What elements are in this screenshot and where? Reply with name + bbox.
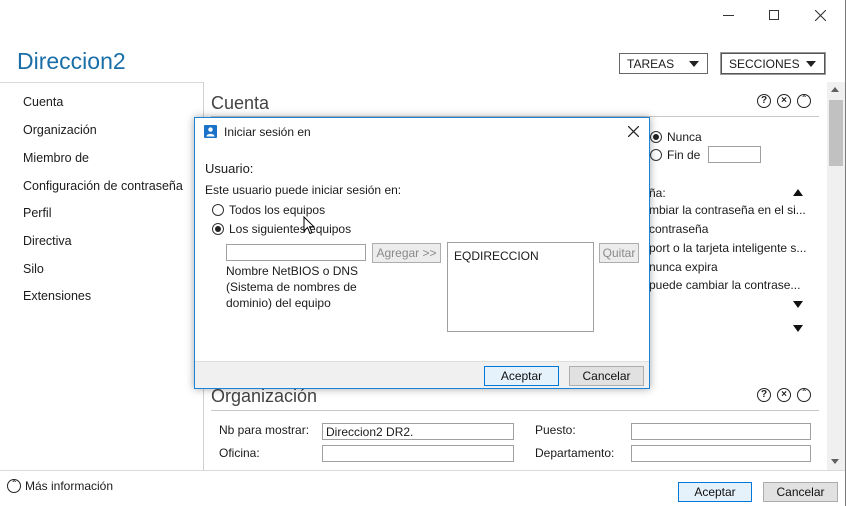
close-section-icon[interactable]: ×	[777, 388, 791, 402]
option-item[interactable]: nunca expira	[649, 260, 718, 274]
nav-item-configuracion-contrasena[interactable]: Configuración de contraseña	[23, 179, 183, 193]
dialog-footer: Aceptar Cancelar	[195, 361, 649, 388]
more-info-link[interactable]: Más información	[25, 479, 113, 493]
help-icon[interactable]: ?	[757, 94, 771, 108]
nav-item-cuenta[interactable]: Cuenta	[23, 95, 63, 109]
sections-dropdown[interactable]: SECCIONES	[721, 53, 825, 74]
expires-date-field[interactable]	[708, 146, 761, 163]
help-icon[interactable]: ?	[757, 388, 771, 402]
department-label: Departamento:	[535, 446, 615, 460]
nav-item-miembro-de[interactable]: Miembro de	[23, 151, 89, 165]
dialog-cancel-button[interactable]: Cancelar	[569, 366, 644, 386]
computer-name-input[interactable]	[226, 244, 366, 261]
sections-label: SECCIONES	[729, 57, 800, 71]
minimize-icon	[722, 14, 734, 16]
content-scrollbar[interactable]	[827, 82, 845, 470]
page-title: Direccion2	[17, 48, 126, 74]
logon-to-dialog: Iniciar sesión en Usuario: Este usuario …	[194, 117, 650, 389]
scroll-up-icon[interactable]	[793, 189, 803, 196]
office-label: Oficina:	[219, 446, 260, 460]
following-computers-radio[interactable]	[212, 223, 224, 235]
dialog-description: Este usuario puede iniciar sesión en:	[205, 183, 402, 197]
close-icon	[814, 9, 826, 21]
password-options-label: ña:	[649, 186, 666, 200]
tasks-dropdown[interactable]: TAREAS	[619, 53, 708, 74]
expires-at-radio[interactable]	[650, 149, 662, 161]
section-divider	[211, 410, 819, 411]
ok-button[interactable]: Aceptar	[678, 482, 752, 502]
scroll-down-icon[interactable]	[793, 301, 803, 308]
expand-more-icon[interactable]	[793, 325, 803, 332]
nav-item-directiva[interactable]: Directiva	[23, 234, 72, 248]
user-icon	[204, 125, 217, 138]
computer-name-hint: Nombre NetBIOS o DNS (Sistema de nombres…	[226, 264, 359, 310]
chevron-down-icon	[806, 61, 816, 67]
department-field[interactable]	[631, 445, 811, 462]
footer-bar: ˆ Más información Aceptar Cancelar	[0, 470, 845, 506]
section-title-cuenta: Cuenta	[211, 93, 270, 113]
remove-button[interactable]: Quitar	[599, 243, 639, 263]
maximize-button[interactable]	[751, 3, 797, 27]
nav-item-silo[interactable]: Silo	[23, 262, 44, 276]
following-computers-label[interactable]: Los siguientes equipos	[229, 222, 351, 236]
chevron-down-icon	[689, 61, 699, 67]
option-item[interactable]: port o la tarjeta inteligente s...	[649, 241, 806, 255]
cancel-button[interactable]: Cancelar	[763, 482, 838, 502]
display-name-label: Nb para mostrar:	[219, 423, 310, 437]
expires-never-radio[interactable]	[650, 131, 662, 143]
nav-item-perfil[interactable]: Perfil	[23, 206, 51, 220]
scrollbar-down-icon[interactable]	[831, 459, 839, 464]
all-computers-label[interactable]: Todos los equipos	[229, 203, 325, 217]
job-title-label: Puesto:	[535, 423, 576, 437]
section-title-organizacion: Organización	[211, 386, 318, 406]
option-item[interactable]: mbiar la contraseña en el si...	[649, 203, 806, 217]
expires-at-label: Fin de	[667, 148, 701, 162]
mouse-cursor-icon	[303, 216, 315, 235]
all-computers-radio[interactable]	[212, 204, 224, 216]
dialog-title: Iniciar sesión en	[224, 125, 311, 139]
maximize-icon	[769, 10, 779, 20]
job-title-field[interactable]	[631, 423, 811, 440]
office-field[interactable]	[322, 445, 514, 462]
add-button[interactable]: Agregar >>	[372, 243, 441, 263]
minimize-button[interactable]	[705, 3, 751, 27]
option-item[interactable]: puede cambiar la contrase...	[649, 278, 800, 292]
dialog-close-icon[interactable]	[628, 126, 639, 137]
user-heading: Usuario:	[205, 161, 254, 176]
dialog-ok-button[interactable]: Aceptar	[484, 366, 559, 386]
expand-up-icon[interactable]: ˆ	[7, 479, 21, 493]
collapse-icon[interactable]: ˆ	[797, 94, 811, 108]
collapse-icon[interactable]: ˆ	[797, 388, 811, 402]
scrollbar-thumb[interactable]	[829, 100, 843, 166]
list-item[interactable]: EQDIRECCION	[454, 249, 539, 263]
scrollbar-up-icon[interactable]	[831, 87, 839, 92]
properties-window: Direccion2 TAREAS SECCIONES Cuenta Organ…	[0, 0, 846, 506]
close-section-icon[interactable]: ×	[777, 94, 791, 108]
tasks-label: TAREAS	[627, 57, 675, 71]
display-name-field[interactable]: Direccion2 DR2.	[322, 423, 514, 440]
close-button[interactable]	[797, 3, 843, 27]
computer-list[interactable]: EQDIRECCION	[447, 242, 594, 332]
nav-item-organizacion[interactable]: Organización	[23, 123, 97, 137]
nav-item-extensiones[interactable]: Extensiones	[23, 289, 91, 303]
expires-never-label: Nunca	[667, 130, 702, 144]
option-item[interactable]: contraseña	[649, 222, 708, 236]
